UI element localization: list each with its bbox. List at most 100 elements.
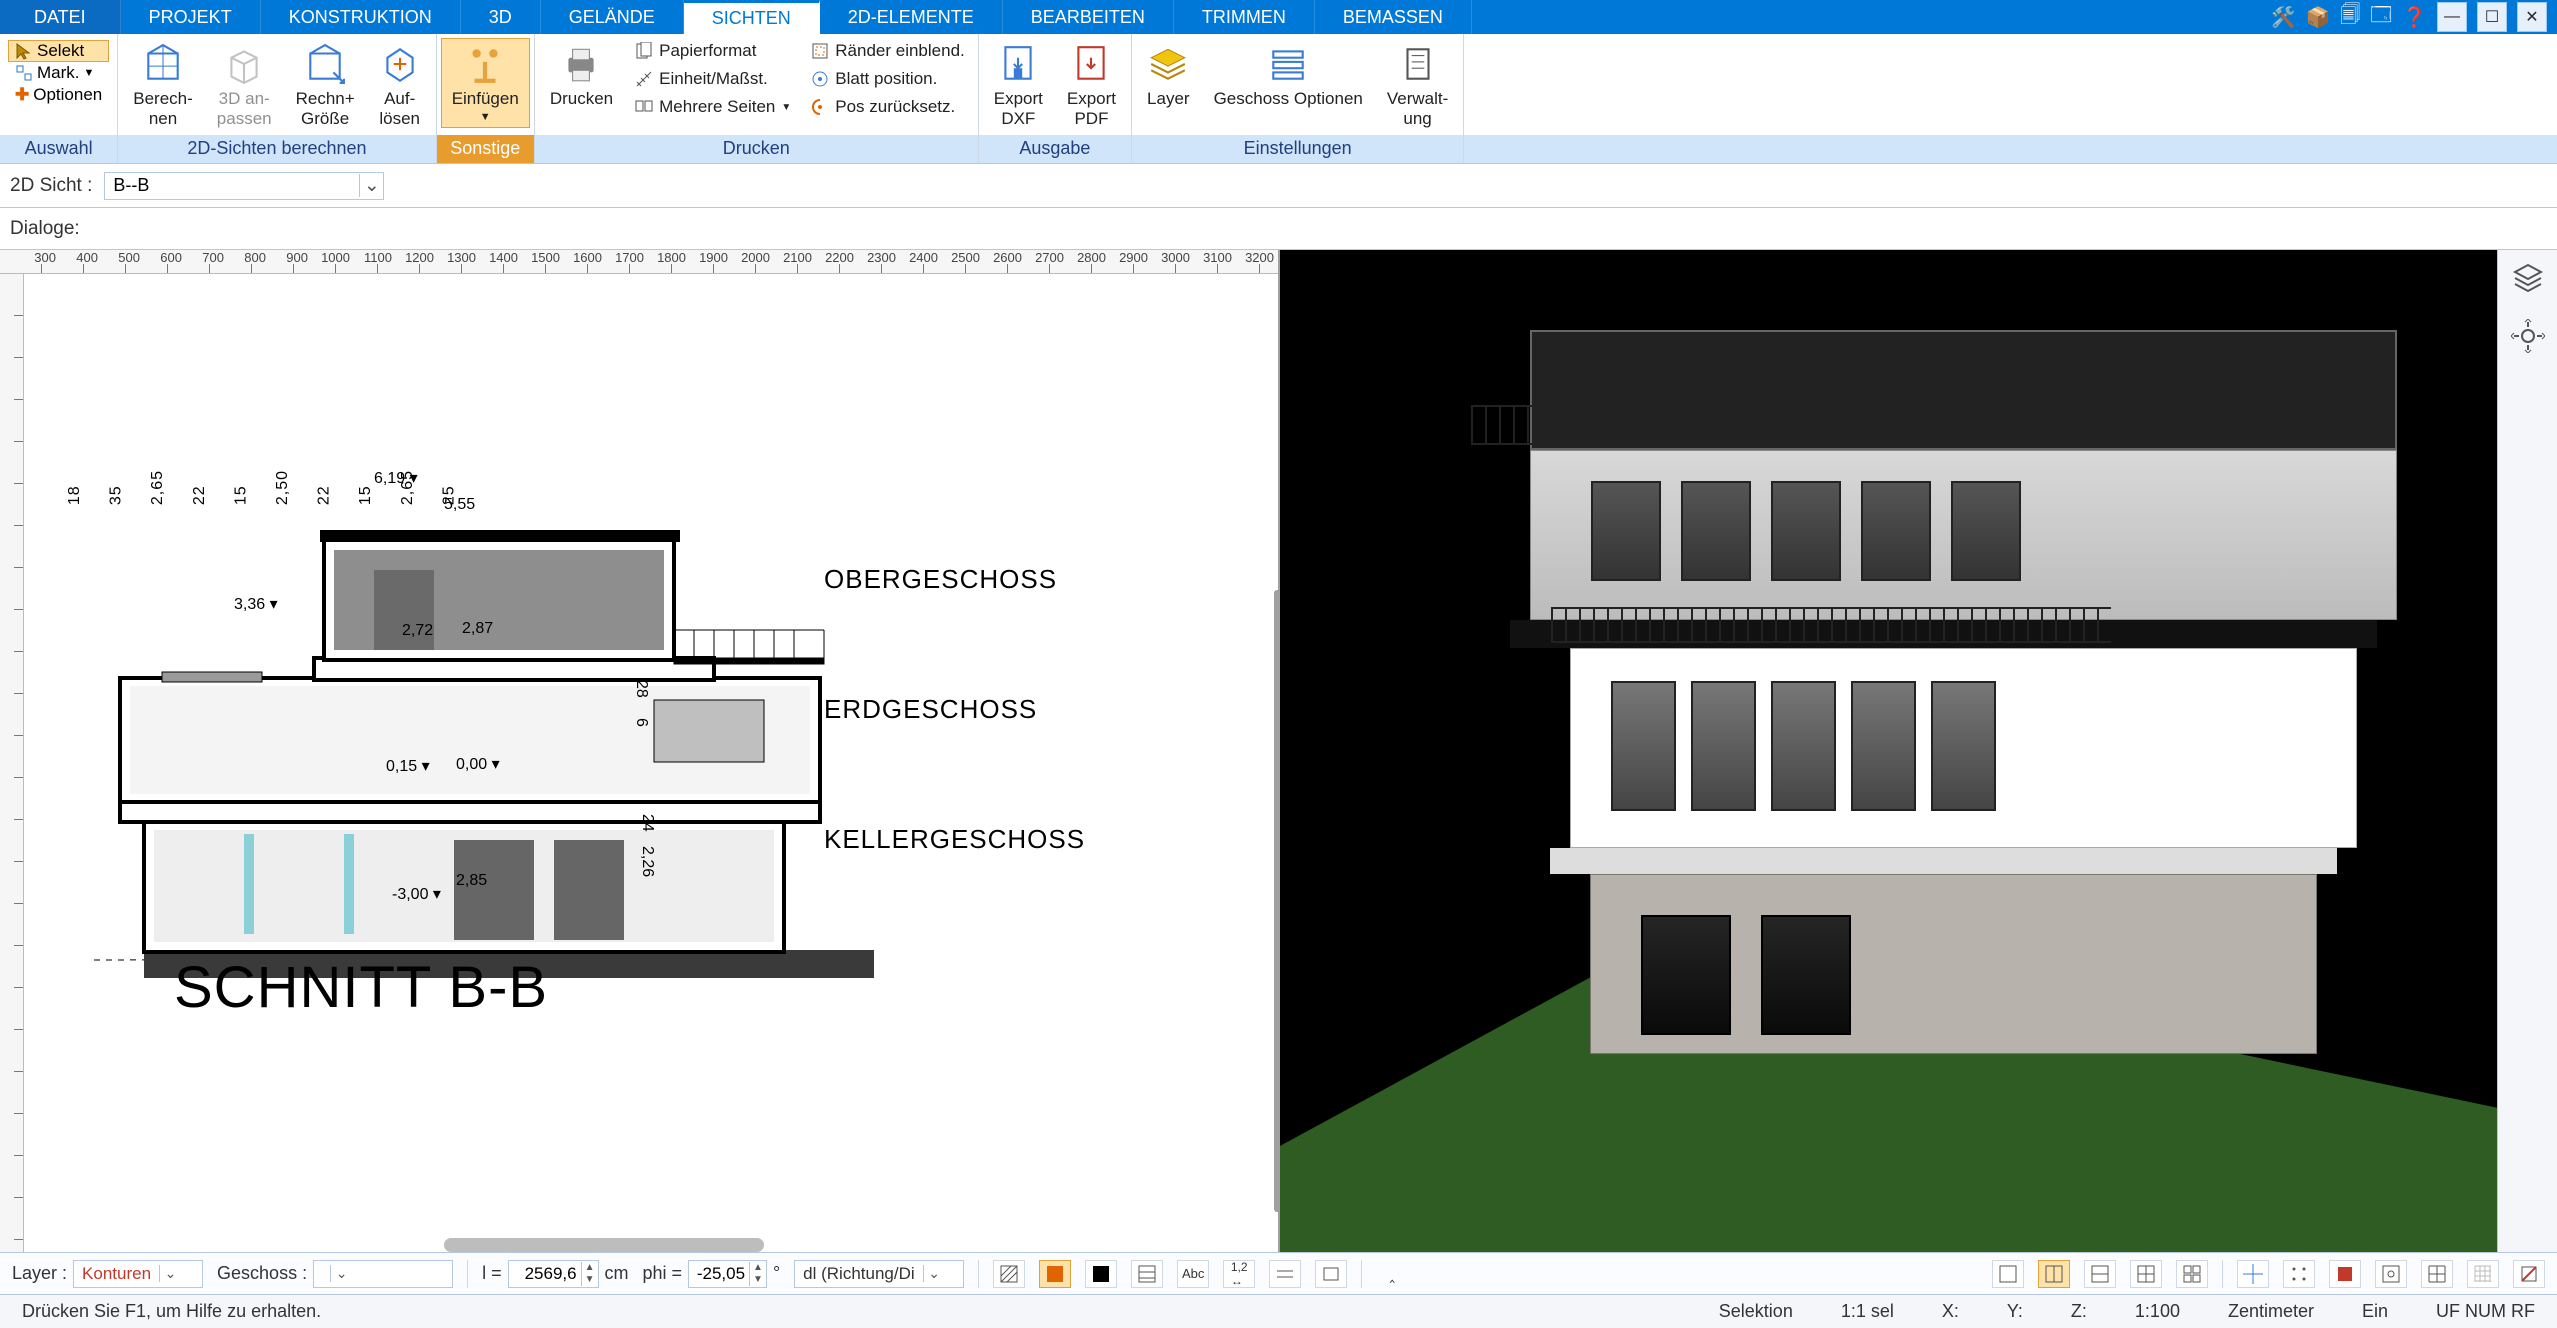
geschoss-optionen-label: Geschoss Optionen xyxy=(1214,89,1363,109)
3d-anpassen-button[interactable]: 3D an- passen xyxy=(206,38,283,133)
canvas-2d[interactable]: 18 35 2,65 22 15 2,50 22 15 2,65 25 xyxy=(24,274,1278,1252)
view-quad-button[interactable] xyxy=(2176,1260,2208,1288)
aufloesen-button[interactable]: Auf- lösen xyxy=(368,38,432,133)
minimize-button[interactable]: — xyxy=(2437,2,2467,32)
geschoss-optionen-button[interactable]: Geschoss Optionen xyxy=(1203,38,1374,114)
menu-tab-bearbeiten[interactable]: BEARBEITEN xyxy=(1003,0,1174,34)
pane-3d[interactable]: 3000310032003300340035003600370038003900… xyxy=(1280,250,2557,1252)
layer-button[interactable]: Layer xyxy=(1136,38,1201,114)
tools-icon[interactable]: 🛠️ xyxy=(2271,5,2296,30)
close-button[interactable]: ✕ xyxy=(2517,2,2547,32)
papierformat-button[interactable]: Papierformat xyxy=(626,38,800,64)
phi-input[interactable]: ▲▼ xyxy=(688,1260,767,1288)
chevron-down-icon[interactable]: ⌄ xyxy=(359,174,383,197)
view-split-v-button[interactable] xyxy=(2038,1260,2070,1288)
menu-tab-gelaende[interactable]: GELÄNDE xyxy=(541,0,684,34)
menu-tab-3d[interactable]: 3D xyxy=(461,0,541,34)
layers-icon[interactable] xyxy=(2508,258,2548,298)
status-help: Drücken Sie F1, um Hilfe zu erhalten. xyxy=(12,1301,331,1322)
input-2dsicht[interactable] xyxy=(105,175,359,196)
berechnen-label: Berech- nen xyxy=(133,89,193,128)
help-icon[interactable]: ❓ xyxy=(2402,5,2427,30)
guides-cross-button[interactable] xyxy=(2237,1260,2269,1288)
einheit-massst-button[interactable]: Einheit/Maßst. xyxy=(626,66,800,92)
group-label-ausgabe: Ausgabe xyxy=(979,135,1131,163)
menu-tab-konstruktion[interactable]: KONSTRUKTION xyxy=(261,0,461,34)
mehrere-seiten-button[interactable]: Mehrere Seiten▼ xyxy=(626,94,800,120)
chevron-down-icon[interactable]: ⌄ xyxy=(159,1265,181,1282)
l-input-field[interactable] xyxy=(509,1264,581,1284)
verwaltung-button[interactable]: Verwalt- ung xyxy=(1376,38,1459,133)
toggle-red-button[interactable] xyxy=(2329,1260,2361,1288)
menu-file[interactable]: DATEI xyxy=(0,0,121,34)
chevron-down-icon[interactable]: ⌄ xyxy=(330,1265,352,1282)
view-split-h-button[interactable] xyxy=(2084,1260,2116,1288)
chevron-down-icon[interactable]: ⌄ xyxy=(923,1265,945,1282)
grid-dots-button[interactable] xyxy=(2283,1260,2315,1288)
caret-button[interactable]: ‸ xyxy=(1376,1260,1408,1288)
spin-down-icon[interactable]: ▼ xyxy=(582,1274,598,1286)
dim-272: 2,72 xyxy=(402,622,433,640)
workspace: 3004005006007008009001000110012001300140… xyxy=(0,250,2557,1252)
view-single-button[interactable] xyxy=(1992,1260,2024,1288)
export-pdf-button[interactable]: Export PDF xyxy=(1056,38,1127,133)
selekt-button[interactable]: Selekt xyxy=(8,40,109,62)
menu-tab-projekt[interactable]: PROJEKT xyxy=(121,0,261,34)
l-input[interactable]: ▲▼ xyxy=(508,1260,599,1288)
status-x: X: xyxy=(1932,1301,1969,1322)
double-line-button[interactable] xyxy=(1269,1260,1301,1288)
hatch-style-a-button[interactable] xyxy=(993,1260,1025,1288)
rect-outline-button[interactable] xyxy=(1315,1260,1347,1288)
optionen-label: Optionen xyxy=(33,85,102,105)
einfuegen-button[interactable]: Einfügen ▼ xyxy=(441,38,530,128)
menu-bar: DATEI PROJEKT KONSTRUKTION 3D GELÄNDE SI… xyxy=(0,0,2557,34)
rechn-groesse-button[interactable]: Rechn+ Größe xyxy=(285,38,366,133)
grid-small-button[interactable] xyxy=(2467,1260,2499,1288)
raender-einblend-button[interactable]: Ränder einblend. xyxy=(802,38,973,64)
copy-icon[interactable]: 🗐 xyxy=(2340,0,2360,34)
dl-combo[interactable]: dl (Richtung/Di ⌄ xyxy=(794,1260,964,1288)
phi-input-field[interactable] xyxy=(689,1264,749,1284)
ribbon-group-2dsichten: Berech- nen 3D an- passen Rechn+ Größe A… xyxy=(118,34,436,163)
scrollbar-horizontal[interactable] xyxy=(444,1238,764,1252)
mark-button[interactable]: Mark. ▼ xyxy=(8,62,109,84)
pos-zuruecksetz-button[interactable]: Pos zurücksetz. xyxy=(802,94,973,120)
hatch-style-b-button[interactable] xyxy=(1039,1260,1071,1288)
drucken-button[interactable]: Drucken xyxy=(539,38,624,114)
geschoss-combo[interactable]: ⌄ xyxy=(313,1260,453,1288)
menu-tab-bemassen[interactable]: BEMASSEN xyxy=(1315,0,1472,34)
menu-tab-2delemente[interactable]: 2D-ELEMENTE xyxy=(820,0,1003,34)
optionen-button[interactable]: ✚ Optionen xyxy=(8,84,109,106)
snap-grid-button[interactable] xyxy=(2375,1260,2407,1288)
export-dxf-button[interactable]: Export DXF xyxy=(983,38,1054,133)
combo-2dsicht[interactable]: ⌄ xyxy=(104,172,384,200)
spin-up-icon[interactable]: ▲ xyxy=(582,1262,598,1274)
selekt-label: Selekt xyxy=(37,41,84,61)
dimension-12-button[interactable]: 1,2↔ xyxy=(1223,1260,1255,1288)
section-title: SCHNITT B-B xyxy=(174,954,548,1021)
view-grid-lines-button[interactable] xyxy=(2130,1260,2162,1288)
orbit-icon[interactable] xyxy=(2508,316,2548,356)
window-icon[interactable]: 🗔 xyxy=(2370,0,2392,34)
spin-down-icon[interactable]: ▼ xyxy=(750,1274,766,1286)
label-kellergeschoss: KELLERGESCHOSS xyxy=(824,824,1085,855)
dl-combo-value: dl (Richtung/Di xyxy=(795,1264,923,1284)
text-abc-button[interactable]: Abc xyxy=(1177,1260,1209,1288)
spin-up-icon[interactable]: ▲ xyxy=(750,1262,766,1274)
phi-unit: ° xyxy=(773,1263,780,1284)
menu-tab-sichten[interactable]: SICHTEN xyxy=(684,0,820,34)
pane-2d[interactable]: 3004005006007008009001000110012001300140… xyxy=(0,250,1280,1252)
snap-off-button[interactable] xyxy=(2513,1260,2545,1288)
berechnen-button[interactable]: Berech- nen xyxy=(122,38,204,133)
hatch-pattern-button[interactable] xyxy=(1131,1260,1163,1288)
menu-tab-trimmen[interactable]: TRIMMEN xyxy=(1174,0,1315,34)
blatt-position-button[interactable]: Blatt position. xyxy=(802,66,973,92)
group-label-drucken: Drucken xyxy=(535,135,978,163)
layer-combo[interactable]: Konturen ⌄ xyxy=(73,1260,203,1288)
maximize-button[interactable]: ☐ xyxy=(2477,2,2507,32)
box-icon[interactable]: 📦 xyxy=(2306,5,2331,30)
fill-solid-button[interactable] xyxy=(1085,1260,1117,1288)
group-label-auswahl: Auswahl xyxy=(0,135,117,163)
grid-button[interactable] xyxy=(2421,1260,2453,1288)
rechn-groesse-label: Rechn+ Größe xyxy=(296,89,355,128)
